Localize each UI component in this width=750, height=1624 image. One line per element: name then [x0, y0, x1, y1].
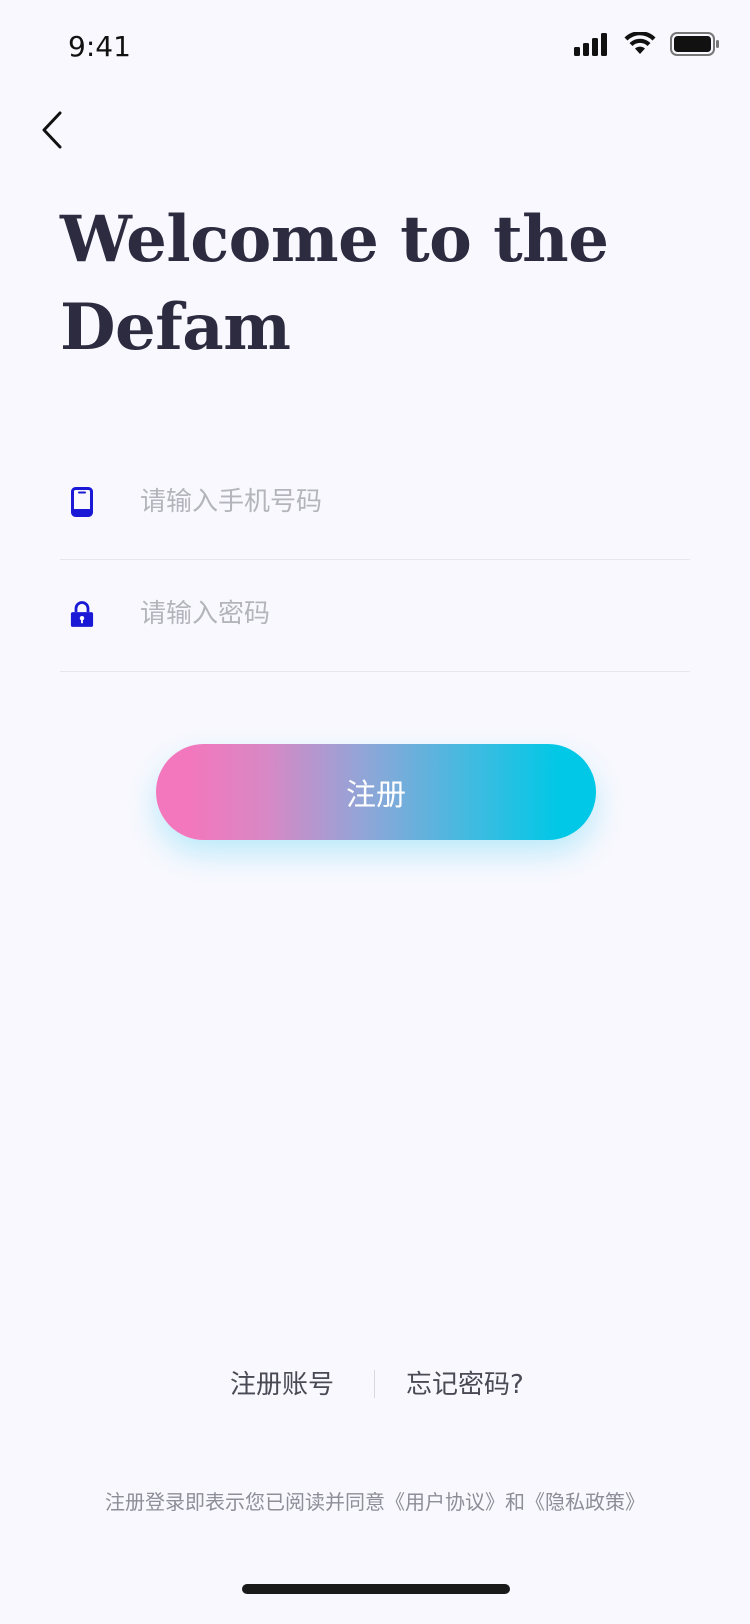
chevron-left-icon: [40, 111, 64, 153]
bottom-links: 注册账号 忘记密码?: [0, 1364, 750, 1404]
back-button[interactable]: [30, 108, 74, 156]
agreement-conjunction: 和: [505, 1490, 525, 1514]
register-account-link[interactable]: 注册账号: [230, 1364, 334, 1401]
home-indicator: [242, 1584, 510, 1594]
battery-icon: [670, 32, 720, 60]
title-line-1: Welcome to the: [60, 202, 609, 277]
links-divider: [374, 1370, 375, 1398]
lock-icon: [70, 598, 94, 630]
agreement-prefix: 注册登录即表示您已阅读并同意: [105, 1490, 385, 1514]
register-submit-button[interactable]: 注册: [156, 744, 596, 840]
phone-input[interactable]: [140, 480, 680, 524]
password-field: [60, 556, 690, 672]
phone-icon: [70, 486, 94, 518]
password-input[interactable]: [140, 592, 680, 636]
status-time: 9:41: [68, 30, 131, 63]
status-bar: 9:41: [0, 0, 750, 96]
page-title: Welcome to the Defam: [60, 196, 700, 372]
user-agreement-link[interactable]: 《用户协议》: [385, 1490, 505, 1514]
wifi-icon: [624, 31, 656, 60]
phone-field: [60, 444, 690, 560]
status-icons: [574, 30, 720, 62]
agreement-text: 注册登录即表示您已阅读并同意《用户协议》和《隐私政策》: [0, 1486, 750, 1515]
privacy-policy-link[interactable]: 《隐私政策》: [525, 1490, 645, 1514]
forgot-password-link[interactable]: 忘记密码?: [406, 1364, 524, 1401]
title-line-2: Defam: [60, 290, 291, 365]
signal-icon: [574, 32, 610, 60]
